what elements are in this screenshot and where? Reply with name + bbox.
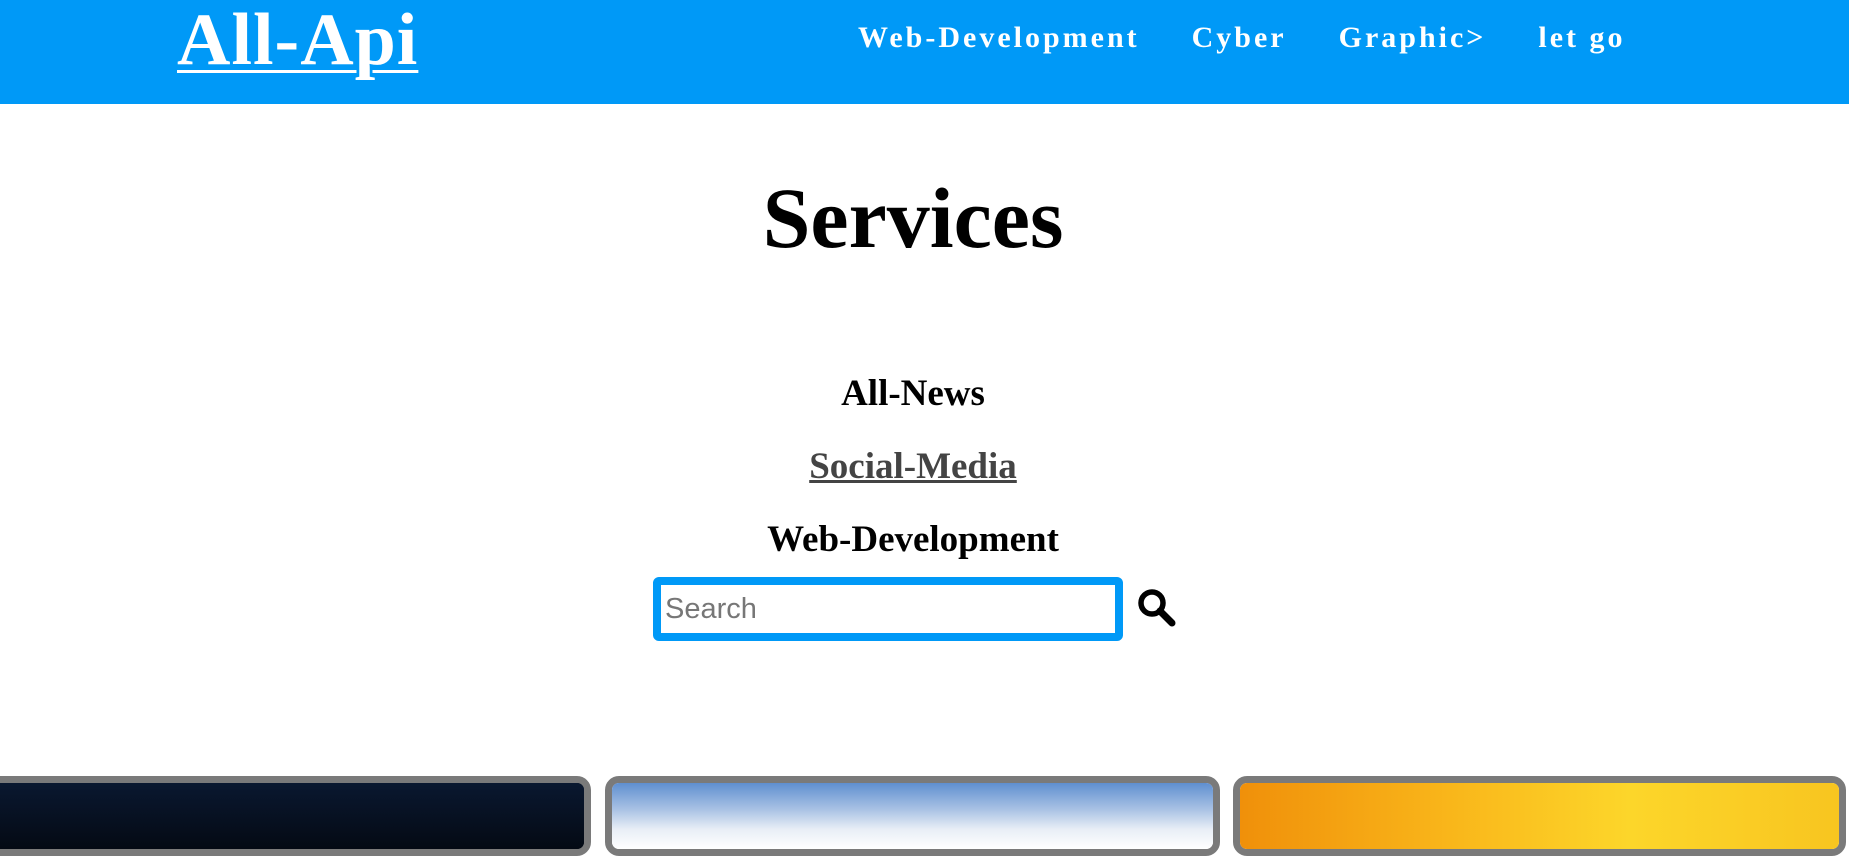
search-input[interactable] <box>653 577 1123 641</box>
service-card-3[interactable] <box>1233 776 1846 856</box>
card-image-night-sky <box>0 783 584 849</box>
card-image-mountain-clouds <box>612 783 1213 849</box>
top-navigation-bar: All-Api Web-Development Cyber Graphic> l… <box>0 0 1849 104</box>
service-item-all-news: All-News <box>0 372 1826 416</box>
nav-item-graphic[interactable]: Graphic> <box>1339 18 1487 58</box>
service-card-1[interactable] <box>0 776 591 856</box>
service-card-2[interactable] <box>605 776 1220 856</box>
search-icon <box>1138 589 1176 627</box>
card-image-orange-gradient <box>1240 783 1839 849</box>
service-item-social-media: Social-Media <box>0 445 1826 489</box>
service-link-all-news[interactable]: All-News <box>841 373 985 414</box>
nav-item-let-go[interactable]: let go <box>1538 18 1625 58</box>
service-link-web-development[interactable]: Web-Development <box>767 519 1059 560</box>
search-button[interactable] <box>1134 585 1178 629</box>
service-item-web-development: Web-Development <box>0 518 1826 562</box>
search-bar <box>653 577 1178 641</box>
nav-item-web-development[interactable]: Web-Development <box>858 18 1140 58</box>
site-logo-link[interactable]: All-Api <box>177 0 418 80</box>
page-title: Services <box>762 170 1064 266</box>
nav-item-cyber[interactable]: Cyber <box>1192 18 1287 58</box>
service-link-social-media[interactable]: Social-Media <box>809 446 1017 487</box>
main-nav: Web-Development Cyber Graphic> let go <box>858 18 1626 58</box>
